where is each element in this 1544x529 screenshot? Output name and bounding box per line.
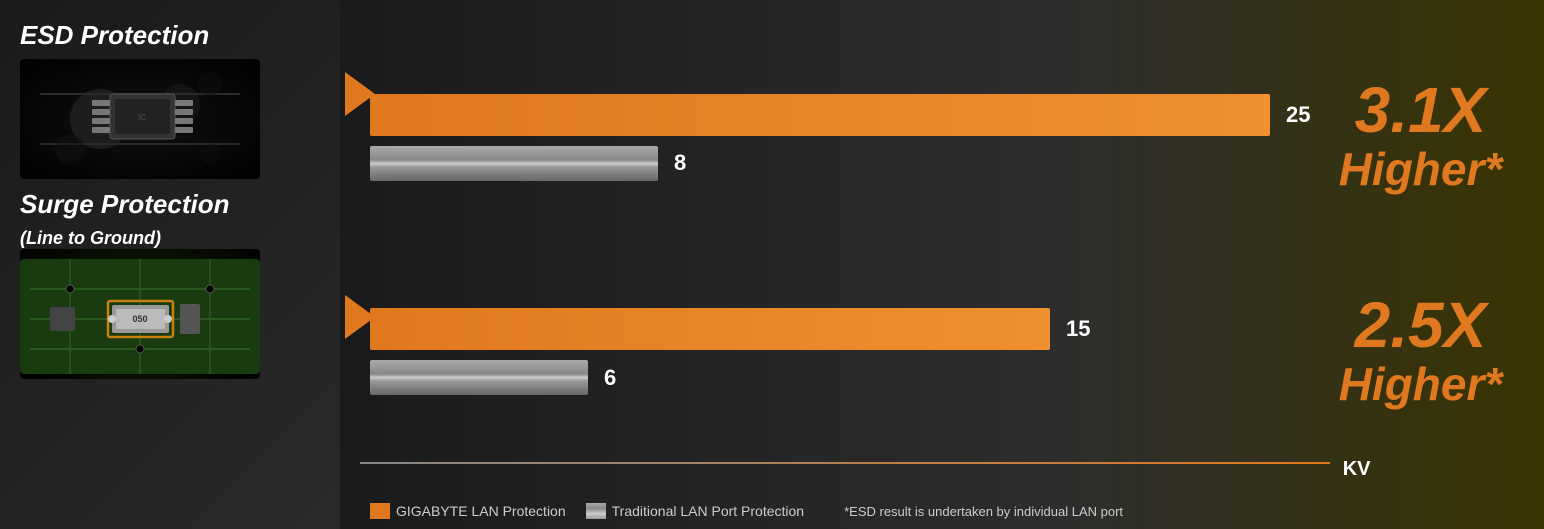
esd-orange-bar <box>370 94 1270 136</box>
surge-image: 050 <box>20 249 260 379</box>
esd-silver-bar-row: 8 <box>370 146 1310 181</box>
esd-bars-wrapper: 25 8 <box>340 94 1310 181</box>
legend-item-gigabyte: GIGABYTE LAN Protection <box>370 503 566 519</box>
esd-bars-section: 25 8 3.1X Higher* <box>340 30 1530 245</box>
esd-orange-value: 25 <box>1286 102 1310 128</box>
legend-label-traditional: Traditional LAN Port Protection <box>612 503 804 519</box>
esd-chip-svg: IC <box>40 64 240 174</box>
svg-text:050: 050 <box>132 314 147 324</box>
surge-pcb-svg: 050 <box>20 249 260 379</box>
surge-silver-value: 6 <box>604 365 616 391</box>
surge-silver-bar-row: 6 <box>370 360 1310 395</box>
multiplier1-area: 3.1X Higher* <box>1310 78 1530 196</box>
kv-label: KV <box>1343 458 1371 481</box>
surge-bars-wrapper: 15 6 <box>340 308 1310 395</box>
legend-label-gigabyte: GIGABYTE LAN Protection <box>396 503 566 519</box>
multiplier2-value: 2.5X <box>1355 293 1487 357</box>
esd-section: ESD Protection <box>20 20 330 179</box>
multiplier1-label: Higher* <box>1339 142 1503 196</box>
esd-silver-value: 8 <box>674 150 686 176</box>
x-axis <box>360 462 1330 464</box>
full-chart: 25 8 3.1X Higher* <box>340 30 1530 459</box>
multiplier2-area: 2.5X Higher* <box>1310 293 1530 411</box>
esd-title: ESD Protection <box>20 20 330 51</box>
multiplier1-value: 3.1X <box>1355 78 1487 142</box>
legend-note: *ESD result is undertaken by individual … <box>844 504 1123 519</box>
left-panel: ESD Protection <box>0 0 340 529</box>
surge-subtitle: (Line to Ground) <box>20 228 330 249</box>
surge-silver-bar <box>370 360 588 395</box>
legend: GIGABYTE LAN Protection Traditional LAN … <box>370 503 1123 519</box>
legend-item-traditional: Traditional LAN Port Protection <box>586 503 804 519</box>
legend-swatch-orange <box>370 503 390 519</box>
surge-orange-value: 15 <box>1066 316 1090 342</box>
surge-section: Surge Protection (Line to Ground) 050 <box>20 189 330 379</box>
chart-area: 25 8 3.1X Higher* <box>340 0 1544 529</box>
esd-silver-bar <box>370 146 658 181</box>
esd-image: IC <box>20 59 260 179</box>
legend-swatch-silver <box>586 503 606 519</box>
svg-text:IC: IC <box>138 113 146 122</box>
surge-orange-bar-row: 15 <box>370 308 1310 350</box>
surge-bars-section: 15 6 2.5X Higher* <box>340 245 1530 460</box>
esd-orange-bar-row: 25 <box>370 94 1310 136</box>
surge-orange-bar <box>370 308 1050 350</box>
surge-title: Surge Protection <box>20 189 330 220</box>
multiplier2-label: Higher* <box>1339 357 1503 411</box>
